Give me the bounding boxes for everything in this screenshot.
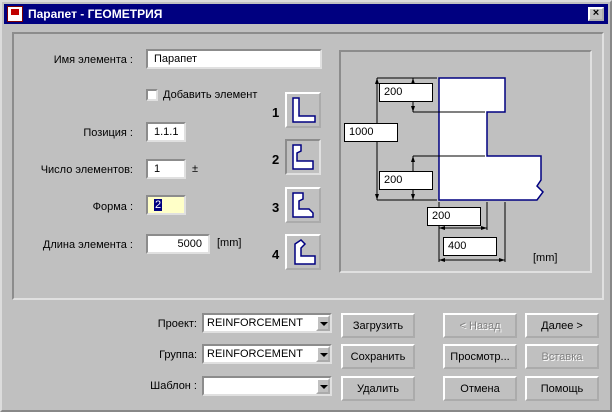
project-value: REINFORCEMENT xyxy=(207,317,303,329)
shape-2-icon xyxy=(292,144,314,170)
dim-top-box: 200 xyxy=(379,83,433,102)
cancel-button[interactable]: Отмена xyxy=(443,376,517,401)
shape-2-button[interactable] xyxy=(285,139,321,175)
close-button[interactable]: × xyxy=(588,7,604,21)
chevron-down-icon[interactable] xyxy=(316,346,330,362)
shape-number-3: 3 xyxy=(272,200,280,215)
length-label: Длина элемента : xyxy=(42,239,133,251)
add-element-label: Добавить элемент xyxy=(163,89,258,101)
delete-button[interactable]: Удалить xyxy=(341,376,415,401)
shape-label: Форма : xyxy=(92,201,133,213)
count-input[interactable]: 1 xyxy=(146,159,186,179)
dim-bottom-width-box: 200 xyxy=(427,207,481,226)
length-unit: [mm] xyxy=(217,237,242,249)
shape-4-icon xyxy=(294,239,316,265)
shape-number-2: 2 xyxy=(272,152,280,167)
next-button[interactable]: Далее > xyxy=(525,313,599,338)
name-input[interactable]: Парапет xyxy=(146,49,322,69)
project-select[interactable]: REINFORCEMENT xyxy=(202,313,332,333)
shape-value: 2 xyxy=(154,199,163,211)
count-label: Число элементов: xyxy=(40,164,133,176)
position-label: Позиция : xyxy=(83,127,133,139)
load-button[interactable]: Загрузить xyxy=(341,313,415,338)
preview-unit: [mm] xyxy=(533,252,558,264)
save-button[interactable]: Сохранить xyxy=(341,344,415,369)
insert-button[interactable]: Вставка xyxy=(525,344,599,369)
shape-4-button[interactable] xyxy=(285,234,321,270)
shape-1-icon xyxy=(292,97,316,123)
preview-button[interactable]: Просмотр... xyxy=(443,344,517,369)
geometry-preview: 200 1000 200 200 400 [mm] xyxy=(339,50,592,273)
length-input[interactable]: 5000 xyxy=(146,234,210,254)
back-button[interactable]: < Назад xyxy=(443,313,517,338)
group-label: Группа: xyxy=(159,349,197,361)
group-select[interactable]: REINFORCEMENT xyxy=(202,344,332,364)
chevron-down-icon[interactable] xyxy=(316,378,330,394)
count-plusminus-button[interactable]: ± xyxy=(192,163,198,175)
template-label: Шаблон : xyxy=(150,380,197,392)
position-input[interactable]: 1.1.1 xyxy=(146,122,186,142)
app-icon xyxy=(7,6,23,22)
dim-total-width-box: 400 xyxy=(443,237,497,256)
project-label: Проект: xyxy=(157,318,197,330)
help-button[interactable]: Помощь xyxy=(525,376,599,401)
dim-mid-box: 200 xyxy=(379,171,433,190)
add-element-checkbox[interactable] xyxy=(146,89,158,101)
template-select[interactable] xyxy=(202,376,332,396)
shape-number-1: 1 xyxy=(272,105,280,120)
shape-3-button[interactable] xyxy=(285,187,321,223)
name-label: Имя элемента : xyxy=(53,54,133,66)
dialog-window: Парапет - ГЕОМЕТРИЯ × Имя элемента : Пар… xyxy=(0,0,612,412)
window-title: Парапет - ГЕОМЕТРИЯ xyxy=(28,7,163,21)
shape-number-4: 4 xyxy=(272,247,280,262)
dim-height-box: 1000 xyxy=(344,123,398,142)
group-value: REINFORCEMENT xyxy=(207,348,303,360)
title-bar: Парапет - ГЕОМЕТРИЯ × xyxy=(4,4,608,24)
shape-3-icon xyxy=(292,192,314,218)
chevron-down-icon[interactable] xyxy=(316,315,330,331)
shape-input[interactable]: 2 xyxy=(146,195,186,215)
shape-1-button[interactable] xyxy=(285,92,321,128)
